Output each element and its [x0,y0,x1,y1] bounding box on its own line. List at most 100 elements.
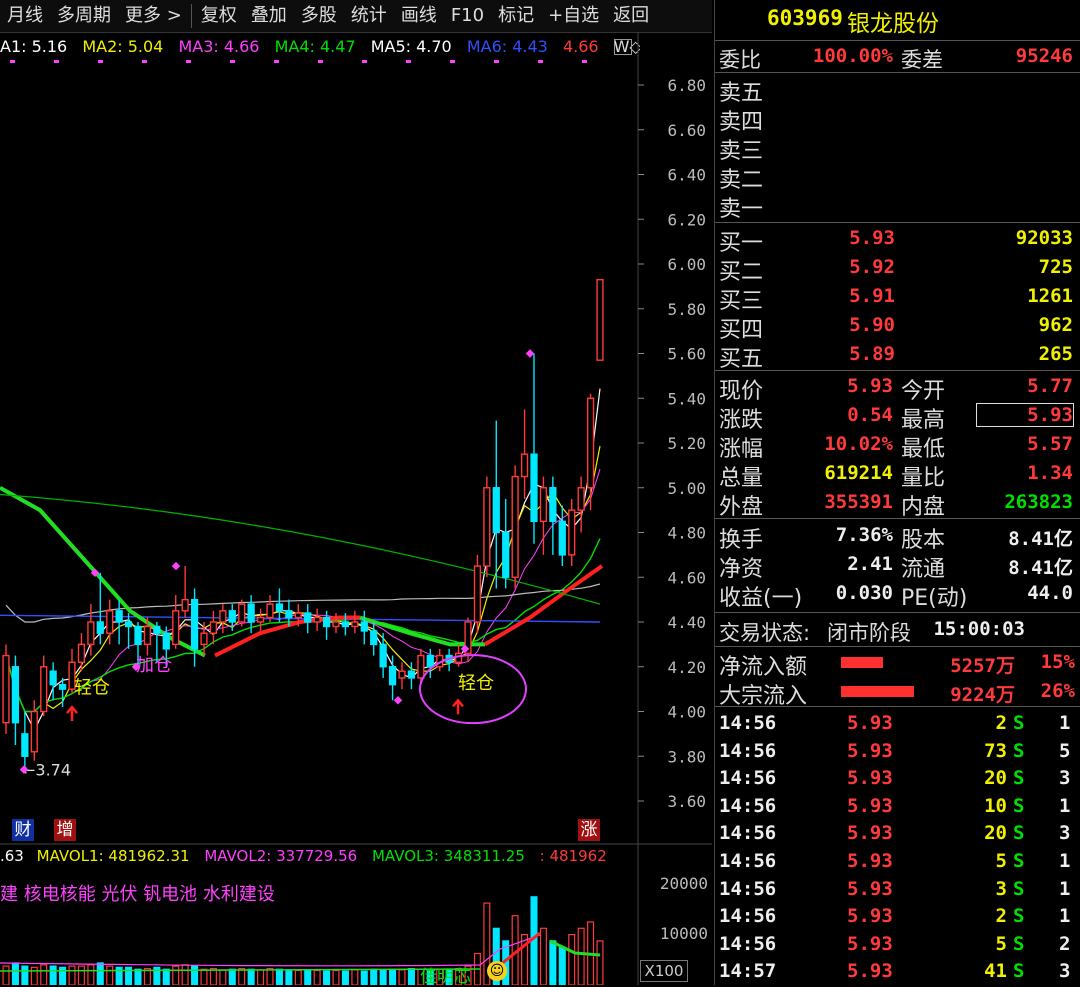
vol-unit-button[interactable]: X100 [640,960,688,982]
ask-row[interactable]: 卖二 [715,161,1080,193]
candle-body [360,621,368,632]
volume-bar [2,965,10,985]
toolbar-button-7[interactable]: 画线 [394,0,444,32]
badge-limit-up[interactable]: 涨 [578,819,600,841]
trade-status-state: 闭市阶段 [827,621,911,645]
vol-bottom-text: 佳明芯 [420,967,471,987]
tick-count: 1 [1059,905,1071,928]
candle-body [106,610,114,634]
mavol3: MAVOL3: 348311.25 [371,847,525,865]
tick-price: 5.93 [847,877,893,900]
bid-row[interactable]: 买四 5.90 962 [715,311,1080,343]
badge-finance[interactable]: 财 [12,819,34,841]
toolbar-button-6[interactable]: 统计 [344,0,394,32]
price-tick-label: 5.20 [667,434,706,453]
toolbar-button-4[interactable]: 叠加 [244,0,294,32]
quote-value-np: 263823 [1004,491,1073,513]
toolbar-button-1[interactable]: 多周期 [50,0,118,32]
tick-row[interactable]: 14:56 5.93 5 S 2 [715,931,1080,958]
price-tick-label: 3.80 [667,747,706,766]
volume-bar [68,965,76,985]
bid-row[interactable]: 买一 5.93 92033 [715,224,1080,256]
toolbar-button-10[interactable]: +自选 [541,0,606,32]
tick-row[interactable]: 14:57 5.93 41 S 3 [715,958,1080,985]
tick-count: 2 [1059,932,1071,955]
price-tick-label: 4.20 [667,658,706,677]
candle-body [172,610,180,646]
stock-name: 银龙股份 [847,11,939,37]
tick-count: 1 [1059,712,1071,734]
tick-row[interactable]: 14:56 5.93 2 S 1 [715,710,1080,737]
ma-marker-dot [538,60,543,63]
price-tick-label: 6.20 [667,210,706,229]
mavol4: : 481962 [539,847,607,865]
fund-row: 净资 2.41 流通 8.41亿 [715,550,1080,582]
tick-row[interactable]: 14:56 5.93 73 S 5 [715,738,1080,765]
candle-body [586,397,595,489]
candle-body [332,621,340,628]
stock-code: 603969 [767,6,843,30]
marker-diamond-icon [393,696,403,705]
ask-row[interactable]: 卖三 [715,132,1080,164]
candle-body [539,487,548,523]
tick-row[interactable]: 14:56 5.93 20 S 3 [715,820,1080,847]
bid-row[interactable]: 买五 5.89 265 [715,340,1080,372]
toolbar-button-3[interactable]: 复权 [194,0,244,32]
badge-increase[interactable]: 增 [54,819,76,841]
toolbar-button-2[interactable]: 更多 > [118,0,189,32]
volume-bar [558,946,566,985]
mavol2: MAVOL2: 337729.56 [204,847,358,865]
volume-bar [238,968,246,985]
ma-marker-dot [406,60,411,63]
volume-bar [49,965,57,985]
candle-body [256,616,265,623]
candle-body [11,666,20,724]
ma-marker-dot [450,60,455,63]
bid-price: 5.91 [849,285,895,307]
quote-value-lb: 1.34 [1027,462,1073,484]
candle-body [370,630,378,646]
volume-bar [379,969,387,985]
ma3-line [5,469,601,712]
candle-body [285,610,293,619]
tick-price: 5.93 [847,767,893,790]
tick-volume: 3 [995,877,1007,900]
tick-count: 1 [1059,877,1071,900]
flow-percent: 15% [1040,651,1075,673]
ma-marker-dot [186,60,191,63]
candle-body [351,621,359,628]
weibi-label: 委比 [719,48,761,72]
volume-bar [360,970,368,985]
volume-bar [389,968,397,985]
toolbar-button-5[interactable]: 多股 [294,0,344,32]
volume-bar [332,969,340,985]
toolbar-button-0[interactable]: 月线 [0,0,50,32]
volume-bar [304,969,312,985]
kline-chart[interactable]: 6.80 6.60 6.40 6.20 6.00 5.80 5.60 5.40 5.20 5.00… [0,32,712,985]
toolbar-button-8[interactable]: F10 [444,0,491,32]
volume-bar [219,969,227,985]
volume-bar [577,927,585,985]
tick-row[interactable]: 14:56 5.93 2 S 1 [715,903,1080,930]
tick-row[interactable]: 14:56 5.93 10 S 1 [715,793,1080,820]
toolbar-button-9[interactable]: 标记 [491,0,541,32]
ask-row[interactable]: 卖一 [715,190,1080,222]
tick-side: S [1013,794,1025,817]
candle-body [87,621,95,646]
candle-body [379,643,387,668]
toolbar-button-11[interactable]: 返回 [606,0,656,32]
flow-amount: 9224万 [950,684,1015,706]
ask-row[interactable]: 卖四 [715,103,1080,135]
bid-row[interactable]: 买二 5.92 725 [715,253,1080,285]
bid-row[interactable]: 买三 5.91 1261 [715,282,1080,314]
ma-marker-dot [230,60,235,63]
tick-row[interactable]: 14:56 5.93 5 S 1 [715,848,1080,875]
volume-bar [323,970,331,985]
tick-row[interactable]: 14:56 5.93 3 S 1 [715,876,1080,903]
flow-row: 净流入额 5257万 15% [715,648,1080,680]
volume-bar [341,970,349,985]
tick-row[interactable]: 14:56 5.93 20 S 3 [715,765,1080,792]
candle-body [313,616,321,623]
ask-row[interactable]: 卖五 [715,74,1080,106]
tick-time: 14:56 [719,739,777,762]
